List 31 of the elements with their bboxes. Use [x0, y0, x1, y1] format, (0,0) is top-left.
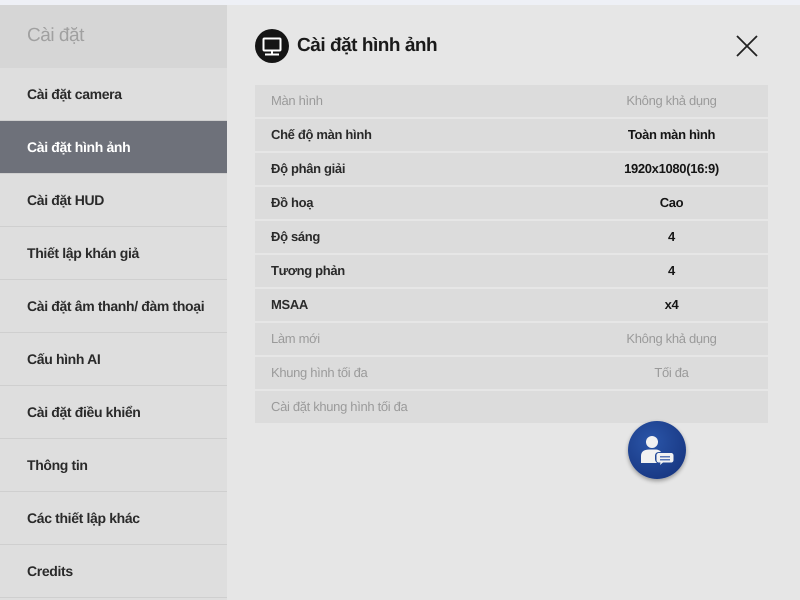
setting-value: 1920x1080(16:9) — [624, 160, 719, 178]
setting-row[interactable]: Chế độ màn hình Toàn màn hình — [255, 119, 768, 151]
setting-value: 4 — [668, 262, 675, 280]
setting-value: x4 — [664, 296, 678, 314]
setting-label: Tương phản — [270, 262, 346, 280]
setting-row[interactable]: Tương phản 4 — [255, 255, 768, 287]
setting-value: 4 — [668, 228, 675, 246]
setting-row[interactable]: Đồ hoạ Cao — [255, 187, 768, 219]
setting-value: Không khả dụng — [626, 92, 717, 110]
setting-row[interactable]: MSAA x4 — [255, 289, 768, 321]
setting-row[interactable]: Độ phân giải 1920x1080(16:9) — [255, 153, 768, 185]
setting-value: Cao — [660, 194, 684, 212]
setting-label: Màn hình — [270, 92, 324, 110]
setting-label: Chế độ màn hình — [270, 126, 373, 144]
close-icon — [736, 35, 758, 57]
setting-label: MSAA — [270, 296, 309, 314]
setting-label: Độ sáng — [270, 228, 322, 246]
sidebar-item[interactable]: Cài đặt hình ảnh — [0, 121, 227, 174]
user-chat-icon — [640, 435, 674, 465]
setting-row[interactable]: Độ sáng 4 — [255, 221, 768, 253]
setting-value: Toàn màn hình — [628, 126, 716, 144]
setting-value: Không khả dụng — [626, 330, 717, 348]
monitor-icon — [255, 29, 289, 63]
setting-label: Đồ hoạ — [270, 194, 314, 212]
setting-label: Độ phân giải — [270, 160, 346, 178]
support-chat-button[interactable] — [628, 421, 686, 479]
setting-label: Làm mới — [270, 330, 321, 348]
setting-value: Tối đa — [654, 364, 689, 382]
setting-label: Khung hình tối đa — [270, 364, 369, 382]
panel-title: Cài đặt hình ảnh — [297, 34, 438, 58]
setting-label: Cài đặt khung hình tối đa — [270, 398, 409, 416]
